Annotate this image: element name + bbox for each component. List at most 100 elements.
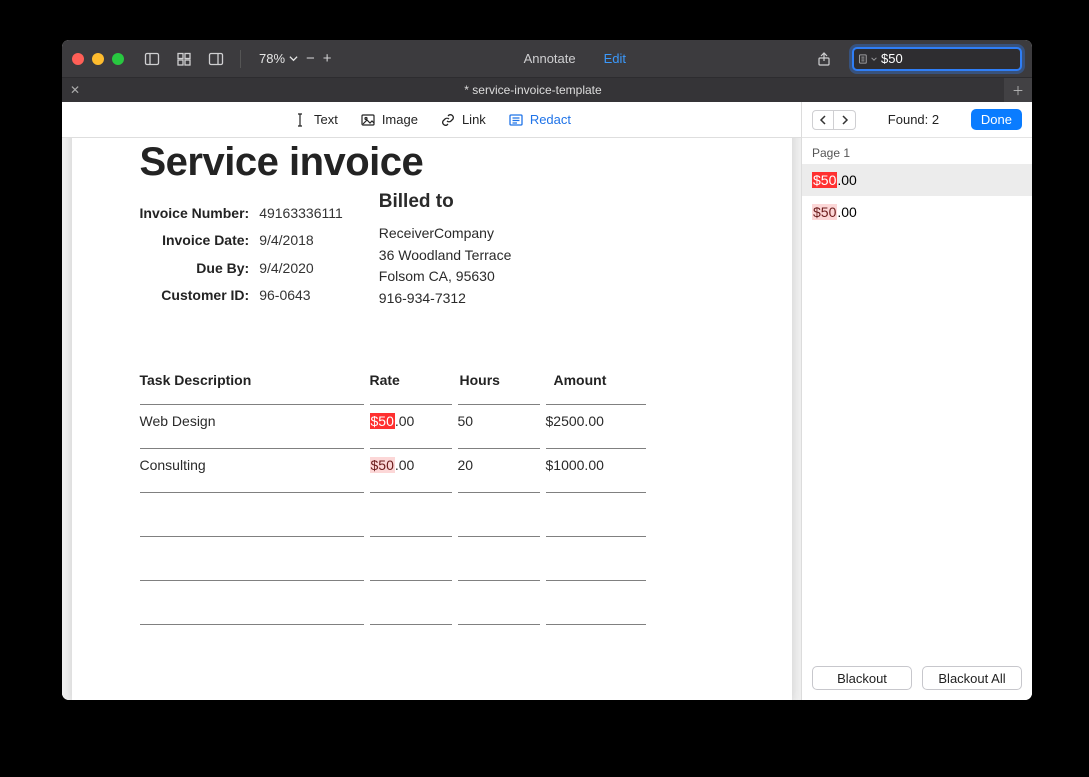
billed-to: Billed to ReceiverCompany 36 Woodland Te… (379, 191, 512, 310)
cell-amount (546, 536, 646, 570)
cell-description: Web Design (140, 404, 364, 438)
search-field[interactable]: ✕ (852, 47, 1022, 71)
redact-tool[interactable]: Redact (508, 112, 571, 128)
document-tab[interactable]: ✕ * service-invoice-template (62, 78, 1004, 102)
cell-amount (546, 580, 646, 614)
blackout-all-button[interactable]: Blackout All (922, 666, 1022, 690)
cell-hours (458, 536, 540, 570)
document-viewport[interactable]: Text Image Link Redact Service invoice (62, 102, 801, 700)
invoice-number-label: Invoice Number: (140, 205, 250, 227)
search-result-item[interactable]: $50.00 (802, 196, 1032, 228)
annotate-tool[interactable]: Annotate (518, 51, 576, 66)
customer-id-value: 96-0643 (259, 287, 343, 309)
redact-icon (508, 112, 524, 128)
billed-company: ReceiverCompany (379, 223, 512, 245)
annotate-label: Annotate (524, 51, 576, 66)
cell-amount: $1000.00 (546, 448, 646, 482)
billed-phone: 916-934-7312 (379, 288, 512, 310)
edit-tool[interactable]: Edit (598, 51, 626, 66)
found-count: Found: 2 (866, 112, 961, 127)
minimize-window-button[interactable] (92, 53, 104, 65)
table-row (140, 570, 724, 614)
cell-hours: 50 (458, 404, 540, 438)
blackout-button[interactable]: Blackout (812, 666, 912, 690)
toggle-sidebar-icon[interactable] (140, 48, 164, 70)
search-input[interactable] (881, 51, 1032, 66)
next-result-button[interactable] (834, 110, 856, 130)
cell-rate: $50.00 (370, 404, 452, 438)
text-tool[interactable]: Text (292, 112, 338, 128)
text-icon (292, 112, 308, 128)
cell-hours (458, 492, 540, 526)
link-tool[interactable]: Link (440, 112, 486, 128)
cell-description (140, 492, 364, 526)
toolbar: 78% − + Annotate Edit ✕ (62, 40, 1032, 78)
search-result-item[interactable]: $50.00 (802, 164, 1032, 196)
table-row (140, 482, 724, 526)
col-rate: Rate (370, 372, 460, 388)
invoice-meta: Invoice Number: 49163336111 Invoice Date… (140, 191, 343, 310)
tab-bar: ✕ * service-invoice-template ＋ (62, 78, 1032, 102)
cell-description: Consulting (140, 448, 364, 482)
col-hours: Hours (460, 372, 554, 388)
zoom-out-button[interactable]: − (306, 50, 315, 67)
panel-footer: Blackout Blackout All (802, 656, 1032, 700)
zoom-in-button[interactable]: + (323, 50, 332, 67)
close-tab-button[interactable]: ✕ (70, 83, 80, 97)
cell-amount: $2500.00 (546, 404, 646, 438)
zoom-value: 78% (259, 51, 285, 66)
content-area: Text Image Link Redact Service invoice (62, 102, 1032, 700)
close-window-button[interactable] (72, 53, 84, 65)
cell-description (140, 536, 364, 570)
link-icon (440, 112, 456, 128)
table-row: Consulting$50.0020$1000.00 (140, 438, 724, 482)
cell-rate (370, 580, 452, 614)
results-list: Page 1 $50.00$50.00 (802, 138, 1032, 656)
document-page: Service invoice Invoice Number: 49163336… (72, 102, 792, 700)
col-amount: Amount (554, 372, 654, 388)
app-window: 78% − + Annotate Edit ✕ (62, 40, 1032, 700)
invoice-date-label: Invoice Date: (140, 232, 250, 254)
search-highlight: $50 (370, 457, 395, 473)
cell-rate: $50.00 (370, 448, 452, 482)
cell-rate (370, 492, 452, 526)
tab-title: * service-invoice-template (464, 83, 601, 97)
done-button[interactable]: Done (971, 109, 1022, 130)
fullscreen-window-button[interactable] (112, 53, 124, 65)
cell-description (140, 624, 364, 658)
share-icon (816, 51, 832, 67)
cell-description (140, 580, 364, 614)
result-nav (812, 110, 856, 130)
chevron-down-icon (289, 54, 298, 63)
search-highlight: $50 (812, 204, 837, 220)
share-button[interactable] (812, 48, 836, 70)
grid-view-icon[interactable] (172, 48, 196, 70)
customer-id-label: Customer ID: (140, 287, 250, 309)
line-items-table: Task Description Rate Hours Amount Web D… (140, 372, 724, 658)
table-row: Web Design$50.0050$2500.00 (140, 394, 724, 438)
panel-header: Found: 2 Done (802, 102, 1032, 138)
invoice-date-value: 9/4/2018 (259, 232, 343, 254)
zoom-dropdown[interactable]: 78% (259, 51, 298, 66)
prev-result-button[interactable] (812, 110, 834, 130)
cell-hours (458, 624, 540, 658)
search-highlight: $50 (370, 413, 395, 429)
search-highlight: $50 (812, 172, 837, 188)
cell-hours: 20 (458, 448, 540, 482)
image-tool[interactable]: Image (360, 112, 418, 128)
doc-heading: Service invoice (140, 140, 724, 185)
billed-street: 36 Woodland Terrace (379, 245, 512, 267)
new-tab-button[interactable]: ＋ (1004, 82, 1032, 99)
panel-view-icon[interactable] (204, 48, 228, 70)
invoice-number-value: 49163336111 (259, 205, 343, 227)
billed-city: Folsom CA, 95630 (379, 266, 512, 288)
cell-hours (458, 580, 540, 614)
due-by-label: Due By: (140, 260, 250, 282)
table-row (140, 526, 724, 570)
search-scope-icon[interactable] (858, 53, 877, 65)
results-page-label: Page 1 (802, 138, 1032, 164)
cell-amount (546, 624, 646, 658)
due-by-value: 9/4/2020 (259, 260, 343, 282)
billed-to-heading: Billed to (379, 191, 512, 213)
edit-label: Edit (604, 51, 626, 66)
